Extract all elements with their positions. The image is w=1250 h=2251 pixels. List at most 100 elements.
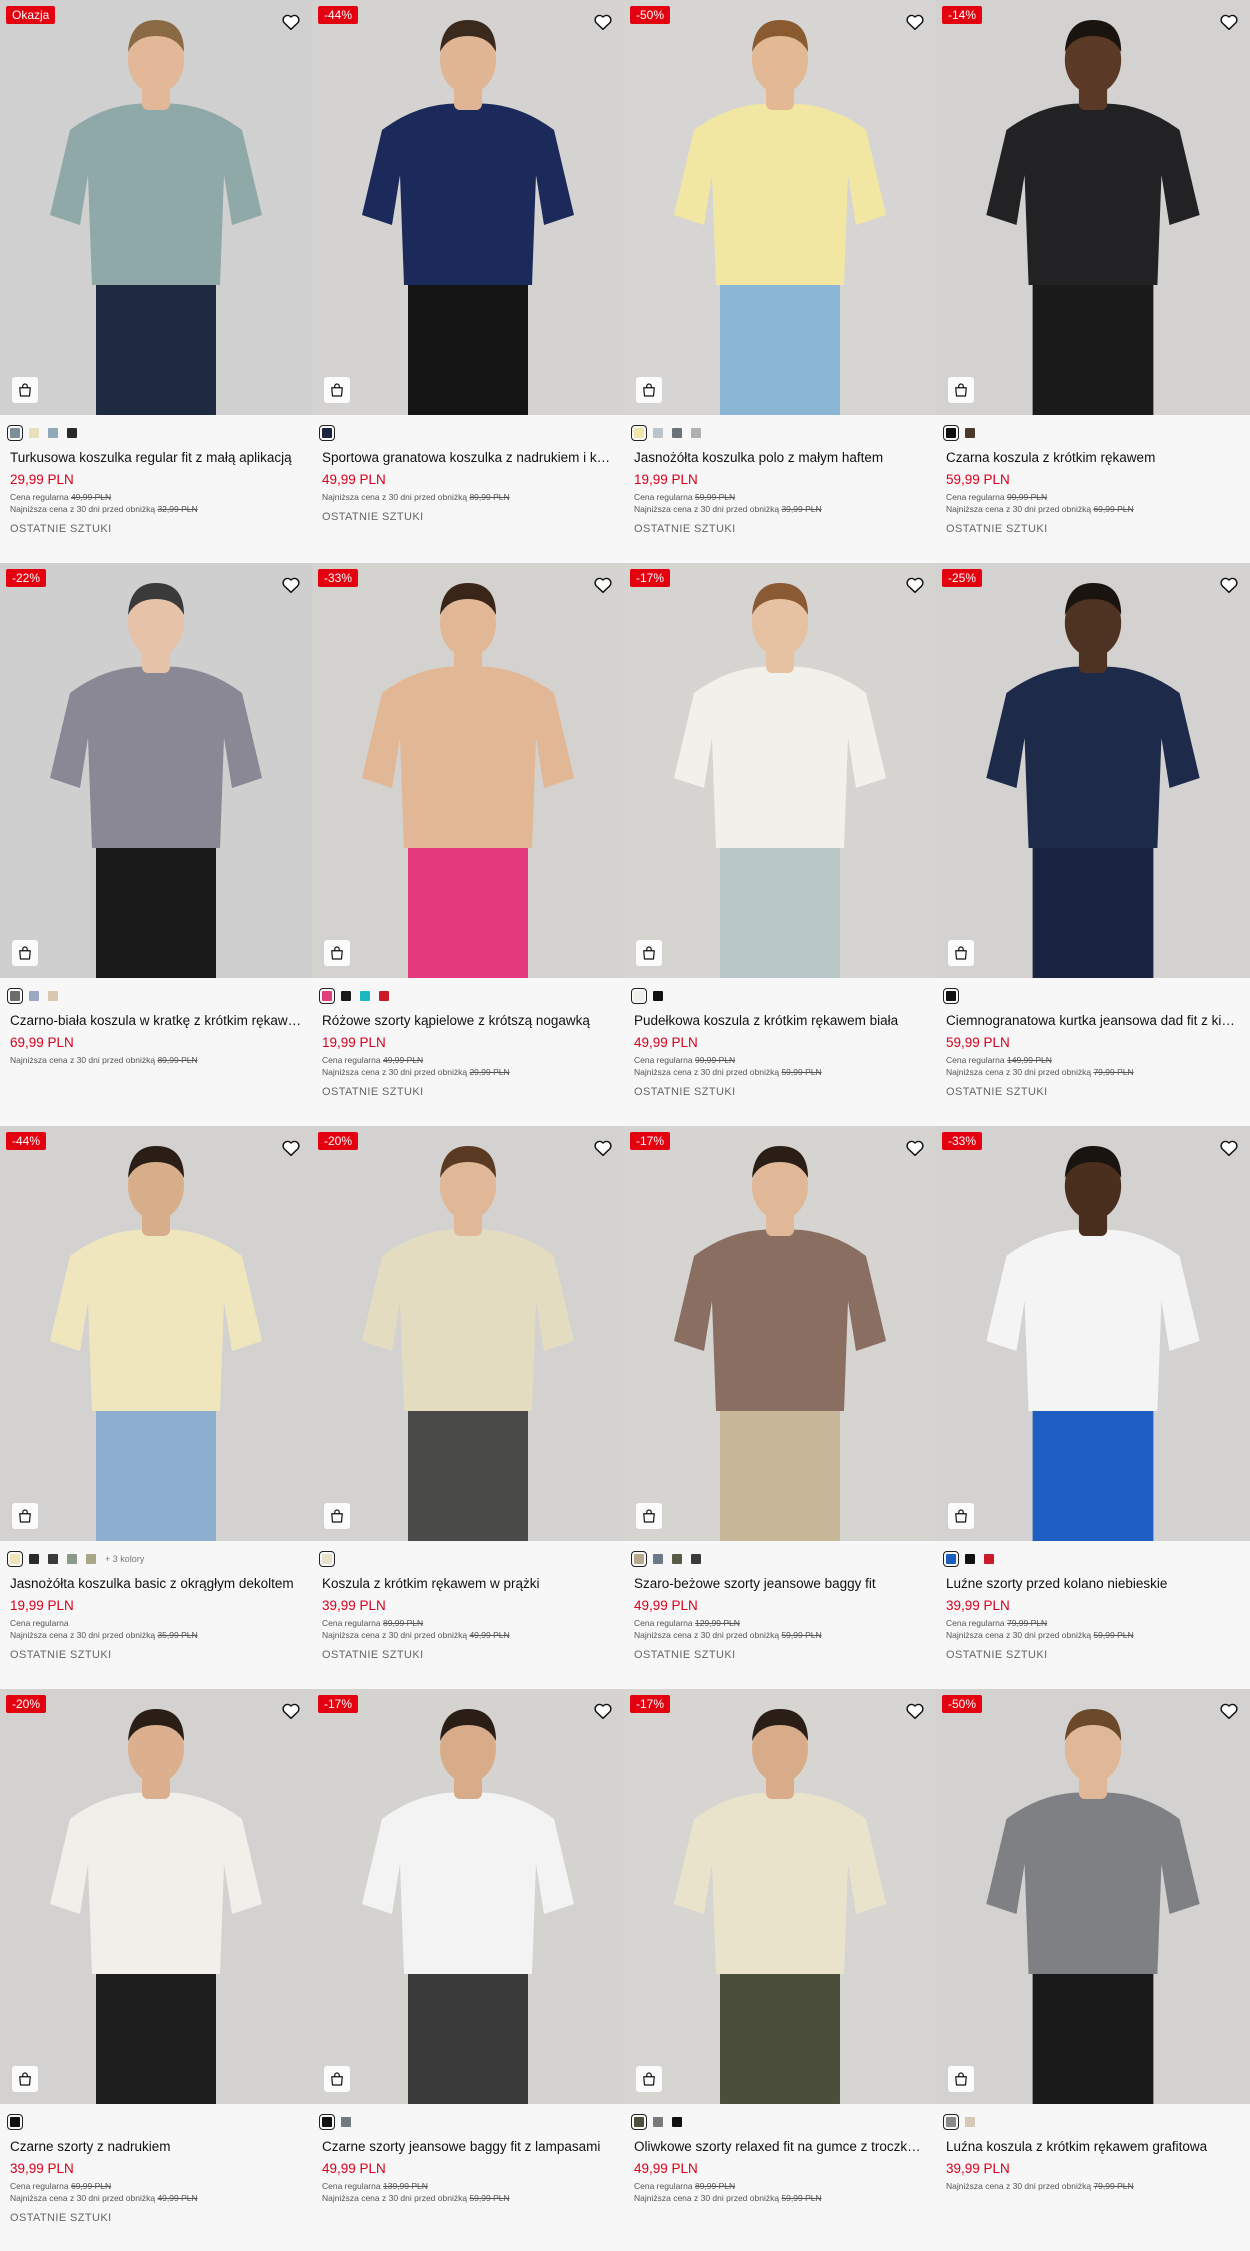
product-name[interactable]: Oliwkowe szorty relaxed fit na gumce z t… — [634, 2138, 926, 2156]
product-name[interactable]: Różowe szorty kąpielowe z krótszą nogawk… — [322, 1012, 614, 1030]
color-swatch[interactable] — [341, 2117, 351, 2127]
heart-icon[interactable] — [280, 11, 302, 33]
color-swatch[interactable] — [672, 2117, 682, 2127]
color-swatch[interactable] — [631, 2114, 647, 2130]
heart-icon[interactable] — [280, 1700, 302, 1722]
product-card[interactable]: -17% Pudełkowa koszula z krótkim rękawem… — [624, 563, 936, 1126]
product-card[interactable]: -20% Koszula z krótkim rękawem w prążki … — [312, 1126, 624, 1689]
color-swatch[interactable] — [341, 991, 351, 1001]
color-swatch[interactable] — [7, 988, 23, 1004]
shopping-bag-icon[interactable] — [636, 2066, 662, 2092]
product-name[interactable]: Jasnożółta koszulka basic z okrągłym dek… — [10, 1575, 302, 1593]
color-swatch[interactable] — [48, 991, 58, 1001]
color-swatch[interactable] — [653, 2117, 663, 2127]
heart-icon[interactable] — [904, 11, 926, 33]
more-colors-label[interactable]: + 3 kolory — [105, 1554, 144, 1564]
product-photo[interactable]: -17% — [312, 1689, 624, 2104]
product-name[interactable]: Turkusowa koszulka regular fit z małą ap… — [10, 449, 302, 467]
color-swatch[interactable] — [943, 988, 959, 1004]
color-swatch[interactable] — [653, 991, 663, 1001]
color-swatch[interactable] — [984, 1554, 994, 1564]
product-photo[interactable]: -17% — [624, 1689, 936, 2104]
product-name[interactable]: Czarne szorty z nadrukiem — [10, 2138, 302, 2156]
color-swatch[interactable] — [86, 1554, 96, 1564]
shopping-bag-icon[interactable] — [12, 2066, 38, 2092]
color-swatch[interactable] — [653, 1554, 663, 1564]
shopping-bag-icon[interactable] — [948, 2066, 974, 2092]
shopping-bag-icon[interactable] — [324, 377, 350, 403]
product-photo[interactable]: -33% — [936, 1126, 1250, 1541]
product-photo[interactable]: -25% — [936, 563, 1250, 978]
product-photo[interactable]: -44% — [312, 0, 624, 415]
color-swatch[interactable] — [29, 428, 39, 438]
heart-icon[interactable] — [592, 1137, 614, 1159]
product-card[interactable]: -33% Różowe szorty kąpielowe z krótszą n… — [312, 563, 624, 1126]
heart-icon[interactable] — [1218, 1700, 1240, 1722]
color-swatch[interactable] — [7, 425, 23, 441]
color-swatch[interactable] — [653, 428, 663, 438]
heart-icon[interactable] — [592, 1700, 614, 1722]
product-name[interactable]: Luźne szorty przed kolano niebieskie — [946, 1575, 1240, 1593]
product-name[interactable]: Pudełkowa koszula z krótkim rękawem biał… — [634, 1012, 926, 1030]
color-swatch[interactable] — [943, 425, 959, 441]
shopping-bag-icon[interactable] — [12, 1503, 38, 1529]
product-name[interactable]: Luźna koszula z krótkim rękawem grafitow… — [946, 2138, 1240, 2156]
product-card[interactable]: -44% + 3 kolory Jasnożółta koszulka basi… — [0, 1126, 312, 1689]
product-card[interactable]: Okazja Turkusowa koszulka regular fit z … — [0, 0, 312, 563]
color-swatch[interactable] — [965, 1554, 975, 1564]
product-photo[interactable]: -14% — [936, 0, 1250, 415]
product-name[interactable]: Szaro-beżowe szorty jeansowe baggy fit — [634, 1575, 926, 1593]
shopping-bag-icon[interactable] — [12, 940, 38, 966]
color-swatch[interactable] — [29, 1554, 39, 1564]
product-photo[interactable]: -50% — [624, 0, 936, 415]
shopping-bag-icon[interactable] — [324, 1503, 350, 1529]
color-swatch[interactable] — [67, 1554, 77, 1564]
product-name[interactable]: Czarno-biała koszula w kratkę z krótkim … — [10, 1012, 302, 1030]
color-swatch[interactable] — [965, 428, 975, 438]
heart-icon[interactable] — [280, 574, 302, 596]
color-swatch[interactable] — [672, 1554, 682, 1564]
color-swatch[interactable] — [943, 2114, 959, 2130]
color-swatch[interactable] — [29, 991, 39, 1001]
product-card[interactable]: -17% Oliwkowe szorty relaxed fit na gumc… — [624, 1689, 936, 2251]
color-swatch[interactable] — [672, 428, 682, 438]
shopping-bag-icon[interactable] — [636, 1503, 662, 1529]
product-name[interactable]: Jasnożółta koszulka polo z małym haftem — [634, 449, 926, 467]
product-photo[interactable]: -33% — [312, 563, 624, 978]
color-swatch[interactable] — [67, 428, 77, 438]
product-photo[interactable]: -44% — [0, 1126, 312, 1541]
heart-icon[interactable] — [904, 1137, 926, 1159]
product-photo[interactable]: -20% — [0, 1689, 312, 2104]
shopping-bag-icon[interactable] — [636, 940, 662, 966]
product-card[interactable]: -22% Czarno-biała koszula w kratkę z kró… — [0, 563, 312, 1126]
product-card[interactable]: -17% Szaro-beżowe szorty jeansowe baggy … — [624, 1126, 936, 1689]
product-card[interactable]: -17% Czarne szorty jeansowe baggy fit z … — [312, 1689, 624, 2251]
shopping-bag-icon[interactable] — [12, 377, 38, 403]
heart-icon[interactable] — [904, 574, 926, 596]
product-name[interactable]: Koszula z krótkim rękawem w prążki — [322, 1575, 614, 1593]
color-swatch[interactable] — [691, 428, 701, 438]
product-name[interactable]: Czarne szorty jeansowe baggy fit z lampa… — [322, 2138, 614, 2156]
product-name[interactable]: Sportowa granatowa koszulka z nadrukiem … — [322, 449, 614, 467]
heart-icon[interactable] — [592, 11, 614, 33]
product-photo[interactable]: -50% — [936, 1689, 1250, 2104]
product-photo[interactable]: -17% — [624, 1126, 936, 1541]
shopping-bag-icon[interactable] — [636, 377, 662, 403]
heart-icon[interactable] — [904, 1700, 926, 1722]
color-swatch[interactable] — [943, 1551, 959, 1567]
color-swatch[interactable] — [631, 425, 647, 441]
product-photo[interactable]: -17% — [624, 563, 936, 978]
product-name[interactable]: Czarna koszula z krótkim rękawem — [946, 449, 1240, 467]
shopping-bag-icon[interactable] — [948, 940, 974, 966]
shopping-bag-icon[interactable] — [948, 377, 974, 403]
product-card[interactable]: -20% Czarne szorty z nadrukiem 39,99 PLN… — [0, 1689, 312, 2251]
heart-icon[interactable] — [280, 1137, 302, 1159]
color-swatch[interactable] — [631, 988, 647, 1004]
color-swatch[interactable] — [631, 1551, 647, 1567]
product-card[interactable]: -33% Luźne szorty przed kolano niebieski… — [936, 1126, 1250, 1689]
heart-icon[interactable] — [592, 574, 614, 596]
color-swatch[interactable] — [7, 1551, 23, 1567]
heart-icon[interactable] — [1218, 574, 1240, 596]
heart-icon[interactable] — [1218, 11, 1240, 33]
shopping-bag-icon[interactable] — [324, 940, 350, 966]
